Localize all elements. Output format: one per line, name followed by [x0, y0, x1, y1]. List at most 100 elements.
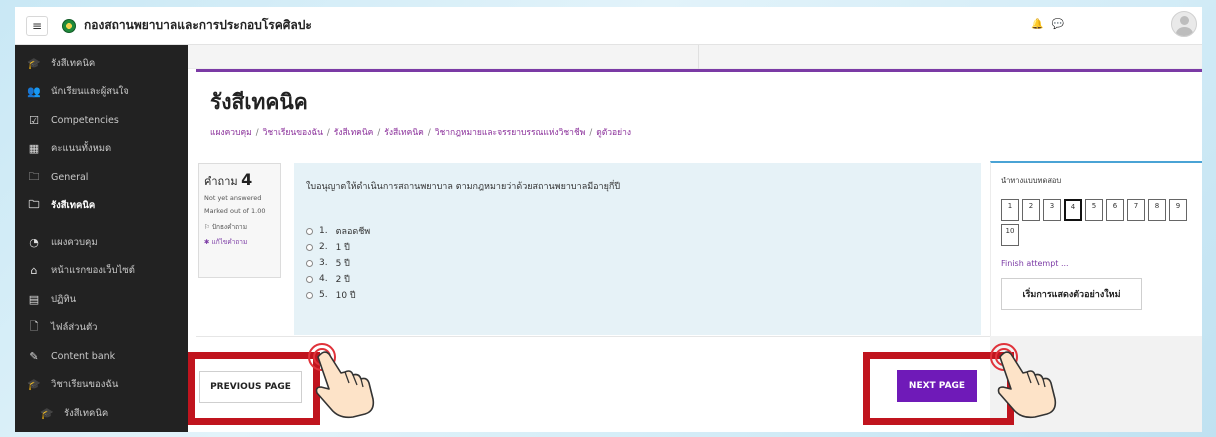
sidebar-item-course[interactable]: 🎓 รังสีเทคนิค [15, 49, 188, 78]
accent-divider [196, 69, 1202, 72]
page-title: รังสีเทคนิค [210, 90, 308, 114]
radio-button[interactable] [306, 275, 313, 283]
sidebar-item-participants[interactable]: 👥 นักเรียนและผู้สนใจ [15, 78, 188, 107]
pointing-hand-icon [990, 343, 1057, 419]
sidebar-item-label: Content bank [51, 350, 116, 362]
sidebar-item-competencies[interactable]: ☑ Competencies [15, 106, 188, 135]
breadcrumb: แผงควบคุม / วิชาเรียนของฉัน / รังสีเทคนิค / รั… [210, 128, 632, 138]
sidebar-item-label: ปฏิทิน [51, 293, 77, 305]
question-text: ใบอนุญาตให้ดำเนินการสถานพยาบาล ตามกฎหมาย… [306, 182, 621, 192]
edit-question-link[interactable]: ✱ แก้ไขคำถาม [204, 237, 275, 247]
sidebar-item-label: ไฟล์ส่วนตัว [51, 322, 98, 334]
home-icon: ⌂ [30, 264, 38, 278]
sidebar-item-grades[interactable]: ▦ คะแนนทั้งหมด [15, 135, 188, 164]
radio-button[interactable] [306, 259, 313, 267]
question-nav-button[interactable]: 8 [1148, 199, 1166, 221]
radio-button[interactable] [306, 243, 313, 251]
flag-question-link[interactable]: ⚐ ปักธงคำถาม [204, 222, 275, 232]
navbar-icons: 🔔💬 [1031, 19, 1072, 30]
sidebar-item-section[interactable]: 🗀 รังสีเทคนิค [15, 192, 188, 221]
question-nav-button[interactable]: 6 [1106, 199, 1124, 221]
breadcrumb-item[interactable]: รังสีเทคนิค [384, 128, 424, 138]
question-nav-button[interactable]: 2 [1022, 199, 1040, 221]
answer-option[interactable]: 2. 1 ปี [306, 239, 969, 255]
sidebar-item-label: หน้าแรกของเว็บไซต์ [51, 265, 135, 277]
calendar-icon: ▤ [28, 292, 40, 306]
breadcrumb-item[interactable]: วิชาเรียนของฉัน [263, 128, 323, 138]
pen-icon: ✎ [29, 349, 39, 363]
flag-icon: ⚐ [204, 223, 210, 231]
breadcrumb-item[interactable]: รังสีเทคนิค [334, 128, 374, 138]
pointing-hand-icon [308, 343, 375, 419]
question-nav-button[interactable]: 7 [1127, 199, 1145, 221]
sidebar-item-label: แผงควบคุม [51, 236, 98, 248]
chat-icon[interactable]: 💬 [1051, 19, 1071, 30]
sidebar: 🎓 รังสีเทคนิค 👥 นักเรียนและผู้สนใจ ☑ Compet… [15, 45, 188, 432]
sidebar-item-label: รังสีเทคนิค [64, 407, 109, 419]
sidebar-item-my-courses[interactable]: 🎓 วิชาเรียนของฉัน [15, 371, 188, 400]
bell-icon[interactable]: 🔔 [1031, 19, 1051, 30]
folder-icon: 🗀 [28, 169, 40, 183]
answer-option[interactable]: 5. 10 ปี [306, 287, 969, 303]
finish-attempt-link[interactable]: Finish attempt ... [1001, 259, 1192, 268]
site-name[interactable]: กองสถานพยาบาลและการประกอบโรคศิลปะ [84, 16, 312, 35]
sidebar-item-label: นักเรียนและผู้สนใจ [51, 86, 129, 98]
file-icon: 🗋 [29, 320, 39, 334]
sidebar-item-label: General [51, 171, 89, 183]
question-marks: Marked out of 1.00 [204, 207, 266, 215]
start-new-preview-button[interactable]: เริ่มการแสดงตัวอย่างใหม่ [1001, 278, 1142, 310]
next-page-button[interactable]: NEXT PAGE [897, 370, 977, 402]
gear-icon: ✱ [204, 238, 210, 246]
quiz-nav-title: นำทางแบบทดสอบ [1001, 176, 1062, 185]
sidebar-item-course-sub[interactable]: 🎓 รังสีเทคนิค [15, 399, 188, 428]
question-info-box: คำถาม 4 Not yet answered Marked out of 1… [198, 163, 281, 278]
answer-option[interactable]: 4. 2 ปี [306, 271, 969, 287]
browser-frame: ≡ กองสถานพยาบาลและการประกอบโรคศิลปะ 🔔💬 🎓… [15, 7, 1202, 432]
breadcrumb-item[interactable]: แผงควบคุม [210, 128, 252, 138]
checkbox-icon: ☑ [29, 113, 39, 127]
previous-page-button[interactable]: PREVIOUS PAGE [199, 371, 302, 403]
sidebar-item-label: Competencies [51, 114, 119, 126]
quiz-navigation-block: นำทางแบบทดสอบ 1 2 3 4 5 6 7 8 9 10 Finis… [990, 161, 1202, 336]
avatar[interactable] [1171, 11, 1197, 37]
question-nav-button[interactable]: 3 [1043, 199, 1061, 221]
main-content: รังสีเทคนิค แผงควบคุม / วิชาเรียนของฉัน / รั… [188, 45, 1202, 432]
graduation-cap-icon: 🎓 [40, 406, 54, 420]
folder-icon: 🗀 [28, 198, 40, 212]
graduation-cap-icon: 🎓 [27, 378, 41, 392]
question-number: คำถาม 4 [204, 170, 253, 189]
sidebar-item-label: รังสีเทคนิค [51, 200, 96, 212]
answer-option[interactable]: 1. ตลอดชีพ [306, 223, 969, 239]
sidebar-item-calendar[interactable]: ▤ ปฏิทิน [15, 285, 188, 314]
sidebar-item-dashboard[interactable]: ◔ แผงควบคุม [15, 228, 188, 257]
answer-list: 1. ตลอดชีพ 2. 1 ปี 3. 5 ปี 4. 2 ปี 5. 10 ปี [306, 223, 969, 303]
question-nav-button-current[interactable]: 4 [1064, 199, 1082, 221]
sidebar-item-private-files[interactable]: 🗋 ไฟล์ส่วนตัว [15, 314, 188, 343]
top-navbar: ≡ กองสถานพยาบาลและการประกอบโรคศิลปะ 🔔💬 [15, 7, 1202, 45]
question-nav-button[interactable]: 9 [1169, 199, 1187, 221]
question-nav-button[interactable]: 10 [1001, 224, 1019, 246]
hamburger-icon[interactable]: ≡ [26, 15, 48, 36]
table-icon: ▦ [28, 142, 40, 156]
breadcrumb-item[interactable]: วิชากฎหมายและจรรยาบรรณแห่งวิชาชีพ [435, 128, 586, 138]
question-status: Not yet answered [204, 194, 262, 202]
site-logo[interactable] [62, 18, 76, 33]
radio-button[interactable] [306, 227, 313, 235]
answer-option[interactable]: 3. 5 ปี [306, 255, 969, 271]
users-icon: 👥 [27, 85, 41, 99]
sidebar-item-label: รังสีเทคนิค [51, 57, 96, 69]
sidebar-item-general[interactable]: 🗀 General [15, 163, 188, 192]
question-nav-button[interactable]: 1 [1001, 199, 1019, 221]
question-nav-button[interactable]: 5 [1085, 199, 1103, 221]
graduation-cap-icon: 🎓 [27, 56, 41, 70]
question-content: ใบอนุญาตให้ดำเนินการสถานพยาบาล ตามกฎหมาย… [294, 163, 981, 335]
dashboard-icon: ◔ [29, 235, 39, 249]
question-buttons: 1 2 3 4 5 6 7 8 9 10 [1001, 199, 1201, 249]
sidebar-item-label: วิชาเรียนของฉัน [51, 379, 119, 391]
sidebar-item-home[interactable]: ⌂ หน้าแรกของเว็บไซต์ [15, 257, 188, 286]
radio-button[interactable] [306, 291, 313, 299]
sidebar-item-label: คะแนนทั้งหมด [51, 143, 112, 155]
header-strip [188, 45, 1202, 69]
breadcrumb-item[interactable]: ดูตัวอย่าง [596, 128, 631, 138]
sidebar-item-content-bank[interactable]: ✎ Content bank [15, 342, 188, 371]
